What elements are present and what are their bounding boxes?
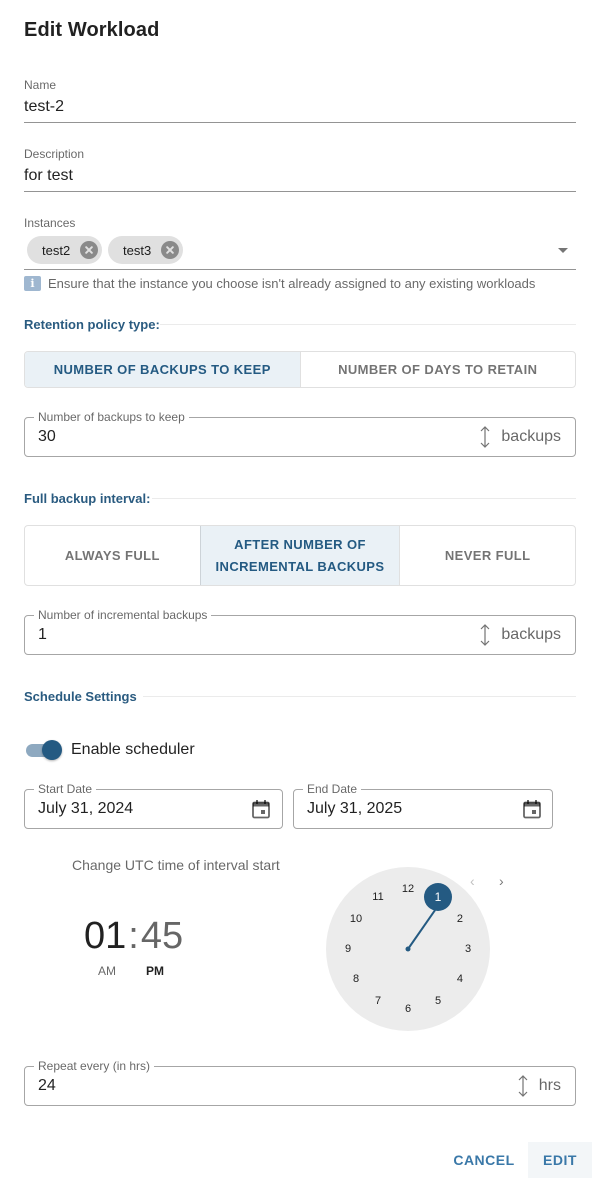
field-label: Repeat every (in hrs) xyxy=(34,1059,155,1073)
chip-delete-icon[interactable] xyxy=(161,241,180,259)
time-display: 01 : 45 xyxy=(84,915,183,958)
description-value: for test xyxy=(24,167,73,184)
edit-workload-dialog: Edit Workload Name test-2 Description fo… xyxy=(0,0,594,1182)
chip-label: test3 xyxy=(123,242,152,258)
clock-number[interactable]: 2 xyxy=(450,911,470,927)
clock-number[interactable]: 6 xyxy=(398,1001,418,1017)
calendar-icon[interactable] xyxy=(522,799,542,819)
instance-chip: test2 xyxy=(27,236,103,264)
chip-label: test2 xyxy=(42,242,71,258)
retention-section-title: Retention policy type: xyxy=(24,317,160,332)
instances-helper: i Ensure that the instance you choose is… xyxy=(24,276,535,291)
section-divider xyxy=(143,696,576,697)
toggle-never-full[interactable]: NEVER FULL xyxy=(399,526,575,585)
up-down-arrows-icon[interactable] xyxy=(479,426,491,448)
unit-label: backups xyxy=(501,626,561,643)
minutes-display[interactable]: 45 xyxy=(141,915,183,958)
end-date-field[interactable]: End Date July 31, 2025 xyxy=(293,782,553,829)
name-field[interactable]: test-2 xyxy=(24,96,576,123)
field-label: Start Date xyxy=(34,782,97,796)
full-backup-section-title: Full backup interval: xyxy=(24,491,151,506)
field-value: 30 xyxy=(38,428,56,445)
am-button[interactable]: AM xyxy=(98,964,116,978)
incremental-backups-field[interactable]: Number of incremental backups 1 backups xyxy=(24,608,576,655)
field-adornment: backups xyxy=(479,426,561,448)
unit-label: hrs xyxy=(538,1077,561,1094)
clock-number[interactable]: 4 xyxy=(450,971,470,987)
field-value: July 31, 2024 xyxy=(38,800,134,817)
clock-number[interactable]: 12 xyxy=(398,881,418,897)
field-value: 24 xyxy=(38,1077,56,1094)
unit-label: backups xyxy=(501,428,561,445)
field-adornment: backups xyxy=(479,624,561,646)
toggle-always-full[interactable]: ALWAYS FULL xyxy=(25,526,200,585)
instance-chip: test3 xyxy=(108,236,184,264)
description-label: Description xyxy=(24,147,85,161)
field-adornment: hrs xyxy=(517,1075,561,1097)
clock-number[interactable]: 10 xyxy=(346,911,366,927)
dialog-title: Edit Workload xyxy=(24,19,160,41)
full-backup-toggle-group: ALWAYS FULL AFTER NUMBER OF INCREMENTAL … xyxy=(24,525,576,586)
toggle-days-to-retain[interactable]: NUMBER OF DAYS TO RETAIN xyxy=(299,352,576,387)
start-date-field[interactable]: Start Date July 31, 2024 xyxy=(24,782,283,829)
chevron-left-icon[interactable]: ‹ xyxy=(470,873,475,889)
enable-scheduler-switch[interactable] xyxy=(24,739,64,761)
chip-delete-icon[interactable] xyxy=(80,241,99,259)
backups-to-keep-field[interactable]: Number of backups to keep 30 backups xyxy=(24,410,576,457)
clock-dial[interactable]: 12 1 2 3 4 5 6 7 8 9 10 11 xyxy=(326,867,490,1031)
calendar-icon[interactable] xyxy=(251,799,271,819)
field-label: End Date xyxy=(303,782,362,796)
name-value: test-2 xyxy=(24,98,65,115)
dropdown-arrow-icon[interactable] xyxy=(558,248,568,253)
retention-toggle-group: NUMBER OF BACKUPS TO KEEP NUMBER OF DAYS… xyxy=(24,351,576,388)
enable-scheduler-label: Enable scheduler xyxy=(71,741,195,758)
time-picker-label: Change UTC time of interval start xyxy=(72,857,280,873)
toggle-after-incremental[interactable]: AFTER NUMBER OF INCREMENTAL BACKUPS xyxy=(199,526,400,585)
field-label: Number of incremental backups xyxy=(34,608,212,622)
time-separator: : xyxy=(128,915,139,957)
clock-selected-hour[interactable]: 1 xyxy=(424,883,452,912)
clock-number[interactable]: 5 xyxy=(428,993,448,1009)
helper-text: Ensure that the instance you choose isn'… xyxy=(48,276,536,291)
description-field[interactable]: for test xyxy=(24,165,576,192)
cancel-button[interactable]: CANCEL xyxy=(446,1142,522,1178)
field-value: July 31, 2025 xyxy=(307,800,403,817)
hours-display[interactable]: 01 xyxy=(84,915,126,958)
chevron-right-icon[interactable]: › xyxy=(499,873,504,889)
clock-number[interactable]: 11 xyxy=(368,889,388,905)
switch-thumb xyxy=(42,740,62,760)
section-divider xyxy=(160,324,576,325)
clock-number[interactable]: 8 xyxy=(346,971,366,987)
pm-button[interactable]: PM xyxy=(146,964,164,978)
instances-select[interactable] xyxy=(24,232,576,270)
section-divider xyxy=(152,498,576,499)
name-label: Name xyxy=(24,78,57,92)
edit-button[interactable]: EDIT xyxy=(528,1142,592,1178)
field-label: Number of backups to keep xyxy=(34,410,189,424)
up-down-arrows-icon[interactable] xyxy=(517,1075,529,1097)
repeat-every-field[interactable]: Repeat every (in hrs) 24 hrs xyxy=(24,1059,576,1106)
clock-number[interactable]: 3 xyxy=(458,941,478,957)
instances-label: Instances xyxy=(24,216,76,230)
clock-number[interactable]: 7 xyxy=(368,993,388,1009)
up-down-arrows-icon[interactable] xyxy=(479,624,491,646)
clock-number[interactable]: 9 xyxy=(338,941,358,957)
info-icon: i xyxy=(24,276,41,291)
schedule-section-title: Schedule Settings xyxy=(24,689,137,704)
field-value: 1 xyxy=(38,626,47,643)
toggle-backups-to-keep[interactable]: NUMBER OF BACKUPS TO KEEP xyxy=(25,352,300,387)
